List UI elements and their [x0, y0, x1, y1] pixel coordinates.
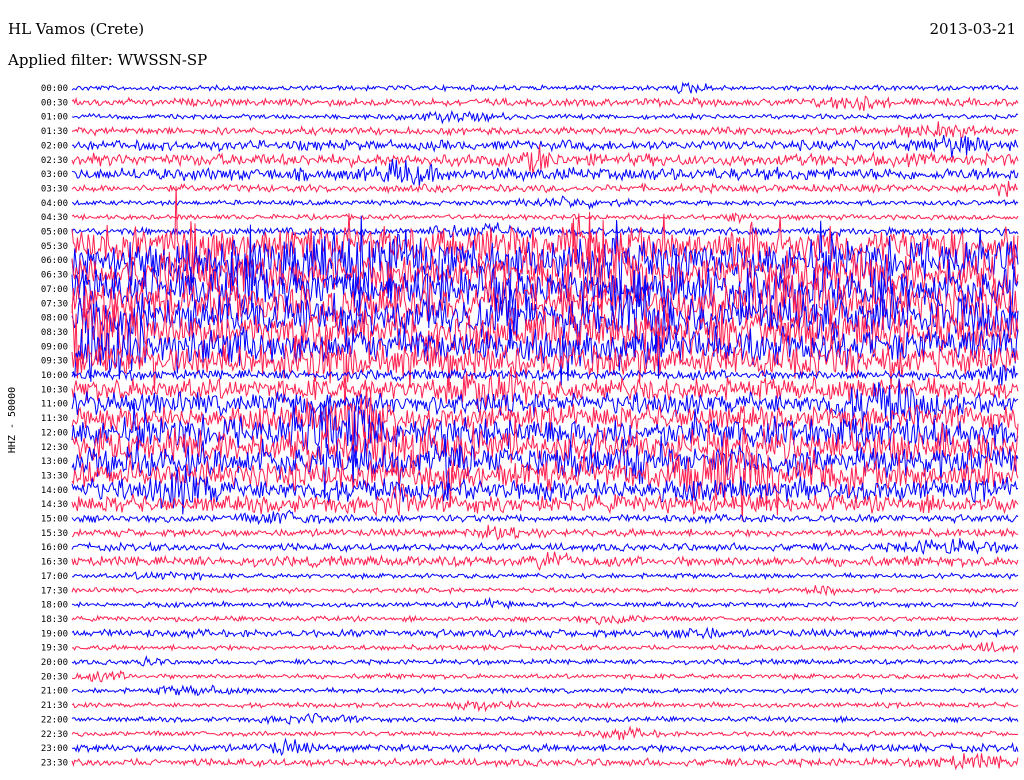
row-time-label: 00:00	[41, 84, 68, 94]
seismic-trace-0030	[71, 95, 1019, 112]
seismic-trace-2030	[71, 669, 1019, 683]
seismic-trace-1700	[71, 570, 1019, 581]
row-time-label: 06:00	[41, 256, 68, 266]
row-time-label: 12:30	[41, 443, 68, 453]
row-time-label: 12:00	[41, 428, 68, 438]
row-time-label: 03:00	[41, 170, 68, 180]
row-time-label: 20:00	[41, 658, 68, 668]
row-time-label: 16:30	[41, 558, 68, 568]
row-time-label: 02:30	[41, 156, 68, 166]
seismic-trace-2100	[71, 684, 1019, 697]
row-time-label: 08:00	[41, 314, 68, 324]
row-time-label: 14:30	[41, 500, 68, 510]
row-time-label: 01:30	[41, 127, 68, 137]
seismic-trace-1830	[71, 614, 1019, 626]
row-time-label: 09:30	[41, 357, 68, 367]
row-time-label: 17:30	[41, 586, 68, 596]
seismic-trace-1930	[71, 641, 1019, 654]
row-time-label: 04:30	[41, 213, 68, 223]
seismic-trace-0330	[71, 180, 1019, 198]
row-time-label: 19:00	[41, 629, 68, 639]
row-time-label: 03:30	[41, 184, 68, 194]
row-time-label: 19:30	[41, 644, 68, 654]
row-time-label: 15:30	[41, 529, 68, 539]
row-time-label: 04:00	[41, 199, 68, 209]
row-time-label: 20:30	[41, 672, 68, 682]
row-time-label: 13:30	[41, 471, 68, 481]
row-time-label: 10:00	[41, 371, 68, 381]
seismic-trace-1500	[71, 509, 1019, 526]
row-time-label: 23:30	[41, 758, 68, 768]
seismic-trace-0400	[71, 195, 1019, 210]
seismic-trace-1600	[71, 538, 1019, 556]
row-time-label: 17:00	[41, 572, 68, 582]
seismic-trace-1530	[71, 524, 1019, 541]
row-time-label: 16:00	[41, 543, 68, 553]
row-time-label: 05:00	[41, 228, 68, 238]
seismic-trace-1730	[71, 585, 1019, 597]
seismic-trace-2000	[71, 654, 1019, 667]
tick-group: 00:00 00:30 01:00 01:30 02:00 02:30 03:00 03:30…	[41, 84, 68, 768]
seismic-trace-0430	[71, 212, 1019, 225]
seismic-trace-2200	[71, 713, 1019, 726]
seismic-trace-1900	[71, 626, 1019, 640]
seismic-trace-1000	[71, 363, 1019, 386]
row-time-label: 18:30	[41, 615, 68, 625]
seismic-trace-1800	[71, 596, 1019, 610]
row-time-label: 06:30	[41, 271, 68, 281]
seismic-trace-0000	[71, 81, 1019, 95]
seismic-trace-2230	[71, 725, 1019, 740]
row-time-label: 07:00	[41, 285, 68, 295]
y-axis-label: HHZ - 50000	[7, 387, 18, 453]
row-time-label: 21:30	[41, 701, 68, 711]
row-time-label: 00:30	[41, 98, 68, 108]
row-time-label: 15:00	[41, 515, 68, 525]
row-time-label: 11:00	[41, 400, 68, 410]
row-time-label: 02:00	[41, 141, 68, 151]
row-time-label: 09:00	[41, 342, 68, 352]
row-time-label: 18:00	[41, 601, 68, 611]
row-time-label: 23:00	[41, 744, 68, 754]
trace-group	[71, 81, 1019, 771]
row-time-label: 22:30	[41, 730, 68, 740]
seismic-trace-2300	[71, 737, 1019, 757]
row-time-label: 13:00	[41, 457, 68, 467]
seismic-trace-2330	[71, 752, 1019, 771]
row-time-label: 10:30	[41, 385, 68, 395]
row-time-label: 14:00	[41, 486, 68, 496]
row-time-label: 07:30	[41, 299, 68, 309]
seismic-trace-0100	[71, 109, 1019, 125]
row-time-label: 22:00	[41, 715, 68, 725]
seismic-trace-0200	[71, 135, 1019, 158]
row-time-label: 21:00	[41, 687, 68, 697]
seismic-trace-1630	[71, 551, 1019, 571]
seismic-trace-0130	[71, 121, 1019, 140]
seismic-trace-0230	[71, 144, 1019, 175]
row-time-label: 11:30	[41, 414, 68, 424]
row-time-label: 01:00	[41, 113, 68, 123]
helicorder-plot: 00:00 00:30 01:00 01:30 02:00 02:30 03:00 03:30…	[7, 81, 1019, 771]
seismic-trace-2130	[71, 699, 1019, 713]
row-time-label: 05:30	[41, 242, 68, 252]
row-time-label: 08:30	[41, 328, 68, 338]
